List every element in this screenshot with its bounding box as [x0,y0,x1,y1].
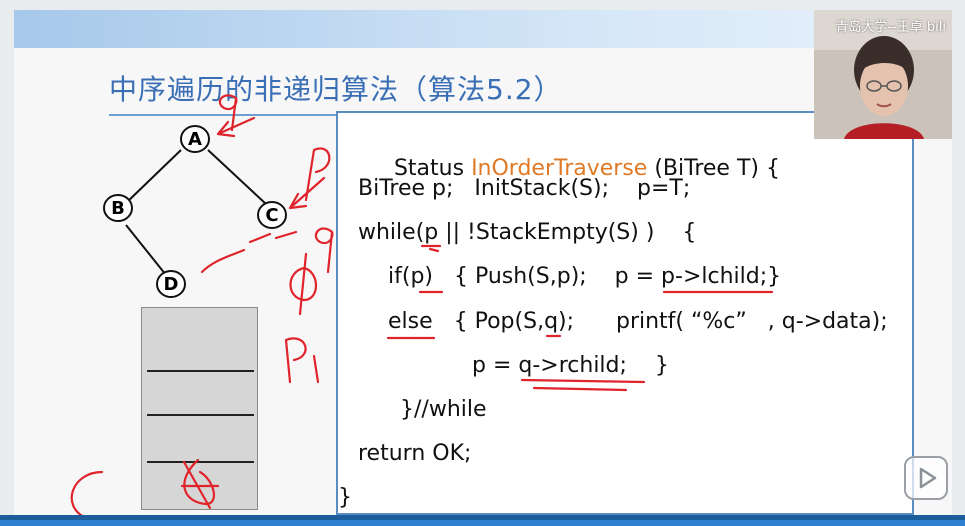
annotation-p1 [284,337,320,384]
annotation-p-near-c [304,147,331,202]
play-icon [919,467,937,489]
annotation-stack-scribble [180,458,220,510]
annotation-arrow-from-d [200,248,246,274]
handwritten-annotations [70,94,774,515]
annotation-q-near-c [314,227,334,274]
annotation-dash-cd [248,230,298,244]
annotation-c-bottom [70,470,104,515]
video-progress-bar[interactable] [0,515,965,526]
underline-rchild [520,378,646,392]
play-button[interactable] [904,456,948,500]
progress-track [0,515,965,520]
underline-while-p [420,244,442,253]
video-frame: 中序遍历的非递归算法（算法5.2） A B C D Status InOrder… [0,0,965,526]
webcam-watermark: 青岛大学--王卓 bili [835,20,946,35]
annotation-arrow-to-a [216,116,256,138]
annotation-arrow-to-c [288,176,326,210]
lecture-slide: 中序遍历的非递归算法（算法5.2） A B C D Status InOrder… [14,10,952,515]
instructor-webcam: 青岛大学--王卓 bili [814,10,952,139]
annotation-q-near-a [218,94,238,132]
annotation-phi [289,252,318,316]
